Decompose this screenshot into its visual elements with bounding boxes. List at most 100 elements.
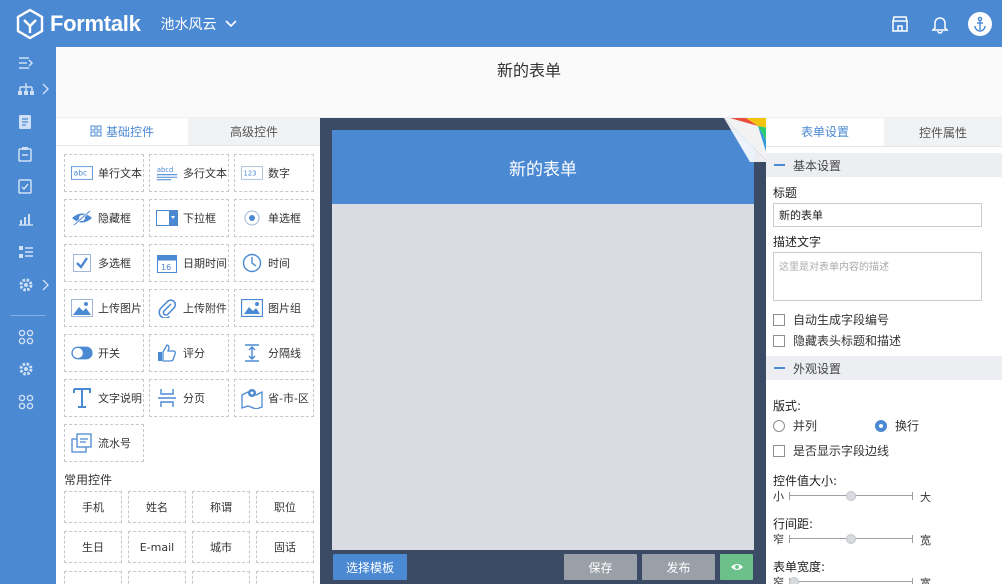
select-template-button[interactable]: 选择模板 [333,554,407,580]
nav-reports[interactable] [0,205,56,233]
logo[interactable]: Formtalk [14,8,141,40]
control-switch[interactable]: 开关 [64,334,144,372]
control-checkbox[interactable]: 多选框 [64,244,144,282]
common-control-more[interactable] [128,571,186,584]
form-preview[interactable]: 新的表单 [332,118,768,550]
common-control-email[interactable]: E-mail [128,531,186,563]
settings-panel: 表单设置 控件属性 基本设置 标题 新的表单 描述文字 这里是对表单内容的描述 … [766,118,1002,584]
publish-button[interactable]: 发布 [642,554,715,580]
common-control-more[interactable] [192,571,250,584]
nav-list[interactable] [0,238,56,266]
image-icon [71,297,93,319]
abcd-icon: abcd [156,162,178,184]
control-label: 开关 [98,347,120,360]
clipboard-icon [18,147,32,162]
common-control-more[interactable] [256,571,314,584]
control-multi-line-text[interactable]: abcd 多行文本 [149,154,229,192]
slider-handle[interactable] [846,534,856,544]
slider-handle[interactable] [846,491,856,501]
avatar[interactable] [968,11,992,36]
control-dropdown[interactable]: 下拉框 [149,199,229,237]
auto-number-checkbox[interactable]: 自动生成字段编号 [773,311,889,328]
chevron-right-icon [42,279,49,291]
field-border-checkbox[interactable]: 是否显示字段边线 [773,442,889,459]
preview-button[interactable] [720,554,753,580]
control-hidden[interactable]: 隐藏框 [64,199,144,237]
control-text-description[interactable]: 文字说明 [64,379,144,417]
control-upload-attachment[interactable]: 上传附件 [149,289,229,327]
control-datetime[interactable]: 16 日期时间 [149,244,229,282]
nav-gear[interactable] [0,355,56,383]
nav-collapse[interactable] [0,49,56,77]
layout-wrap-radio[interactable]: 换行 [875,417,919,434]
tab-basic-label: 基础控件 [105,124,154,139]
common-control-title[interactable]: 称谓 [192,491,250,523]
checkbox-box [773,334,785,347]
svg-text:abcd: abcd [157,166,173,174]
description-textarea[interactable]: 这里是对表单内容的描述 [773,252,982,301]
control-single-line-text[interactable]: abc 单行文本 [64,154,144,192]
value-size-slider[interactable]: 小 [773,489,943,503]
apps-icon [18,329,34,345]
control-number[interactable]: 123 数字 [234,154,314,192]
common-control-name[interactable]: 姓名 [128,491,186,523]
auto-number-label: 自动生成字段编号 [793,313,890,327]
checkbox-box [773,313,785,326]
nav-org[interactable] [0,75,56,103]
page-title: 新的表单 [496,61,561,80]
control-pagination[interactable]: 分页 [149,379,229,417]
tab-advanced-controls[interactable]: 高级控件 [188,118,320,145]
appearance-settings-header[interactable]: 外观设置 [766,356,1002,380]
tab-control-properties[interactable]: 控件属性 [884,118,1002,146]
control-region[interactable]: 省-市-区 [234,379,314,417]
common-control-position[interactable]: 职位 [256,491,314,523]
common-control-birthday[interactable]: 生日 [64,531,122,563]
control-label: 省-市-区 [268,392,309,405]
control-upload-image[interactable]: 上传图片 [64,289,144,327]
nav-tasks[interactable] [0,140,56,168]
common-control-landline[interactable]: 固话 [256,531,314,563]
hide-header-checkbox[interactable]: 隐藏表头标题和描述 [773,332,901,349]
calendar-icon: 16 [156,252,178,274]
nav-settings[interactable] [0,271,56,299]
slider-track[interactable] [789,489,913,503]
title-label: 标题 [773,186,798,200]
common-control-city[interactable]: 城市 [192,531,250,563]
form-width-slider[interactable]: 窄 [773,575,943,584]
form-header[interactable]: 新的表单 [332,130,754,204]
control-divider[interactable]: 分隔线 [234,334,314,372]
common-control-phone[interactable]: 手机 [64,491,122,523]
tab-basic-controls[interactable]: 基础控件 [56,118,188,145]
tab-form-settings[interactable]: 表单设置 [766,118,884,146]
nav-docs[interactable] [0,108,56,136]
control-serial-number[interactable]: 流水号 [64,424,144,462]
title-input[interactable]: 新的表单 [773,203,982,227]
slider-track[interactable] [789,532,913,546]
control-label: 分页 [183,392,205,405]
control-radio[interactable]: 单选框 [234,199,314,237]
nav-apps-2[interactable] [0,388,56,416]
control-label: 上传附件 [183,302,227,315]
slider-handle[interactable] [789,577,799,584]
store-icon[interactable] [888,12,912,36]
workspace-switcher[interactable]: 池水风云 [161,14,237,34]
common-control-more[interactable] [64,571,122,584]
control-time[interactable]: 时间 [234,244,314,282]
hide-header-label: 隐藏表头标题和描述 [793,334,902,348]
nav-apps[interactable] [0,323,56,351]
save-button[interactable]: 保存 [564,554,637,580]
slider-track[interactable] [789,575,913,584]
control-image-group[interactable]: 图片组 [234,289,314,327]
abc-icon: abc [71,162,93,184]
nav-approve[interactable] [0,172,56,200]
checkbox-box [773,444,785,457]
bell-icon[interactable] [928,12,952,36]
eye-off-icon [71,207,93,229]
paperclip-icon [156,297,178,319]
basic-settings-header[interactable]: 基本设置 [766,153,1002,177]
theme-corner-icon[interactable] [724,118,768,162]
line-spacing-slider[interactable]: 窄 [773,532,943,546]
control-label: 时间 [268,257,290,270]
layout-inline-radio[interactable]: 并列 [773,417,817,434]
control-rating[interactable]: 评分 [149,334,229,372]
